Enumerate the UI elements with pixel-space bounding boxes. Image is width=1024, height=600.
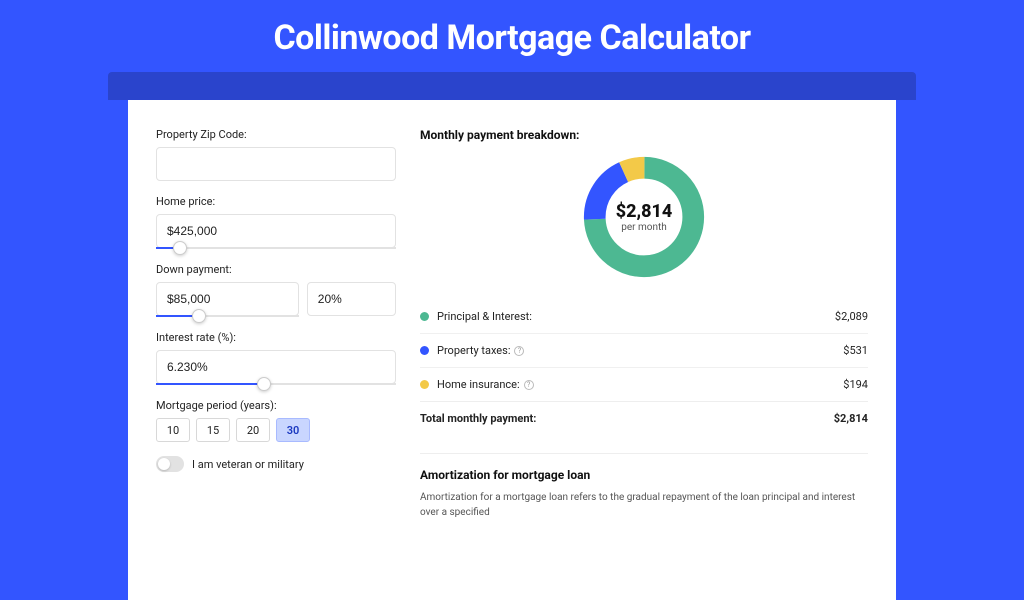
price-field: Home price: (156, 195, 396, 249)
legend-value-insurance: $194 (843, 378, 868, 391)
veteran-row: I am veteran or military (156, 456, 396, 472)
down-slider[interactable] (156, 315, 299, 317)
legend-label-total: Total monthly payment: (420, 412, 834, 425)
info-icon[interactable]: ? (514, 346, 524, 356)
legend-value-total: $2,814 (834, 412, 868, 425)
legend-dot-taxes (420, 346, 429, 355)
amortization-text: Amortization for a mortgage loan refers … (420, 490, 868, 520)
legend-dot-principal (420, 312, 429, 321)
legend-row-total: Total monthly payment: $2,814 (420, 401, 868, 435)
period-option-30[interactable]: 30 (276, 418, 310, 442)
price-slider-thumb[interactable] (173, 241, 187, 255)
period-option-10[interactable]: 10 (156, 418, 190, 442)
legend-label-insurance: Home insurance: ? (437, 378, 843, 391)
period-field: Mortgage period (years): 10 15 20 30 (156, 399, 396, 442)
period-label: Mortgage period (years): (156, 399, 396, 412)
donut-sub: per month (616, 222, 673, 233)
info-icon[interactable]: ? (524, 380, 534, 390)
rate-label: Interest rate (%): (156, 331, 396, 344)
zip-field: Property Zip Code: (156, 128, 396, 181)
legend-label-principal: Principal & Interest: (437, 310, 835, 323)
rate-input[interactable] (156, 350, 396, 384)
donut-center: $2,814 per month (616, 201, 673, 233)
legend-label-insurance-text: Home insurance: (437, 378, 520, 391)
zip-label: Property Zip Code: (156, 128, 396, 141)
rate-field: Interest rate (%): (156, 331, 396, 385)
veteran-toggle[interactable] (156, 456, 184, 472)
donut-chart: $2,814 per month (420, 152, 868, 282)
breakdown-title: Monthly payment breakdown: (420, 128, 868, 142)
rate-slider[interactable] (156, 383, 396, 385)
veteran-toggle-knob (158, 458, 170, 470)
veteran-label: I am veteran or military (192, 458, 304, 471)
donut-amount: $2,814 (616, 201, 673, 222)
down-field: Down payment: (156, 263, 396, 317)
down-label: Down payment: (156, 263, 396, 276)
calculator-card: Property Zip Code: Home price: Down paym… (128, 100, 896, 600)
rate-slider-fill (156, 383, 264, 385)
price-slider[interactable] (156, 247, 396, 249)
legend-label-taxes-text: Property taxes: (437, 344, 510, 357)
period-option-15[interactable]: 15 (196, 418, 230, 442)
page-title: Collinwood Mortgage Calculator (0, 0, 1024, 72)
price-input[interactable] (156, 214, 396, 248)
amortization-section: Amortization for mortgage loan Amortizat… (420, 453, 868, 520)
legend-row-insurance: Home insurance: ? $194 (420, 367, 868, 401)
period-option-20[interactable]: 20 (236, 418, 270, 442)
legend-row-principal: Principal & Interest: $2,089 (420, 300, 868, 333)
legend-label-taxes: Property taxes: ? (437, 344, 843, 357)
period-options: 10 15 20 30 (156, 418, 396, 442)
inputs-column: Property Zip Code: Home price: Down paym… (156, 128, 396, 600)
down-slider-thumb[interactable] (192, 309, 206, 323)
down-percent-input[interactable] (307, 282, 396, 316)
rate-slider-thumb[interactable] (257, 377, 271, 391)
legend-dot-insurance (420, 380, 429, 389)
legend-row-taxes: Property taxes: ? $531 (420, 333, 868, 367)
legend-value-principal: $2,089 (835, 310, 868, 323)
amortization-title: Amortization for mortgage loan (420, 468, 868, 482)
price-label: Home price: (156, 195, 396, 208)
down-amount-input[interactable] (156, 282, 299, 316)
legend-value-taxes: $531 (843, 344, 868, 357)
card-shadow (108, 72, 916, 100)
zip-input[interactable] (156, 147, 396, 181)
breakdown-column: Monthly payment breakdown: $2,814 per mo… (420, 128, 868, 600)
